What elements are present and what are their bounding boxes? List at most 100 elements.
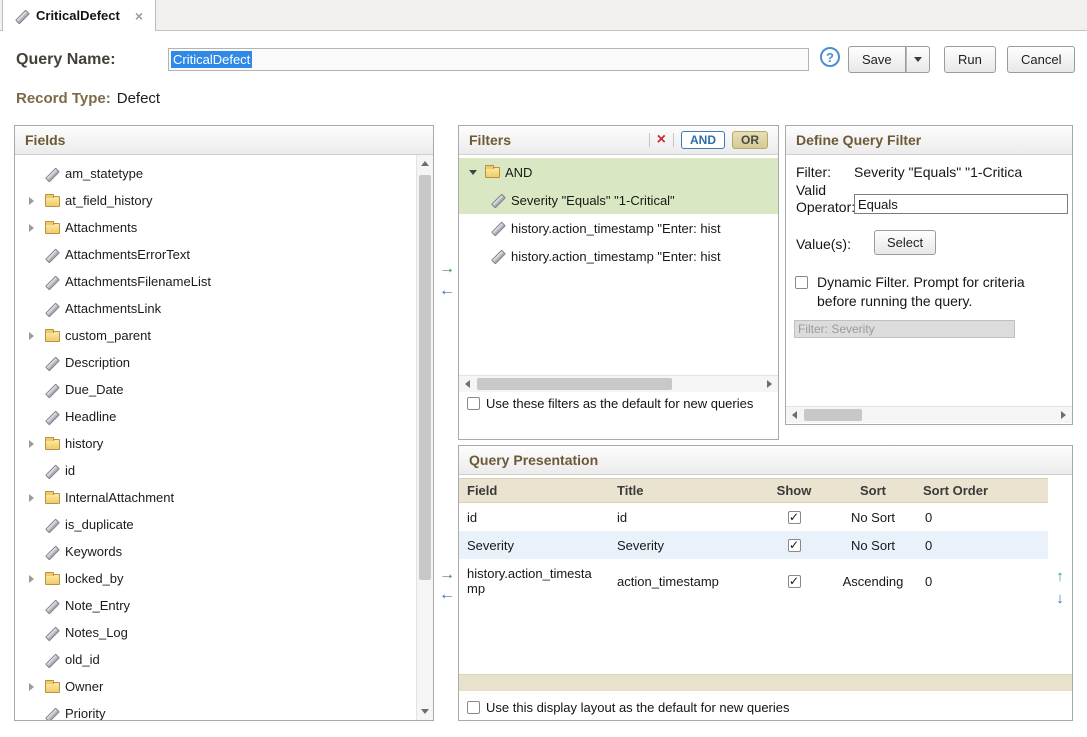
row-sort-order[interactable]: 0	[919, 510, 1048, 525]
field-folder[interactable]: custom_parent	[15, 322, 416, 349]
scroll-up-button[interactable]	[417, 155, 433, 172]
valid-operator-label: Valid Operator:	[796, 182, 856, 216]
remove-filter-arrow-icon[interactable]: ←	[438, 282, 456, 300]
field-folder[interactable]: Owner	[15, 673, 416, 700]
field-item[interactable]: AttachmentsErrorText	[15, 241, 416, 268]
field-item[interactable]: old_id	[15, 646, 416, 673]
field-item[interactable]: Keywords	[15, 538, 416, 565]
filter-item-selected[interactable]: Severity "Equals" "1-Critical"	[459, 186, 778, 214]
help-icon[interactable]: ?	[820, 47, 840, 67]
scrollbar-thumb[interactable]	[419, 175, 431, 580]
move-row-down-icon[interactable]: ↓	[1052, 590, 1068, 607]
remove-column-arrow-icon[interactable]: ←	[438, 586, 456, 604]
field-item[interactable]: Due_Date	[15, 376, 416, 403]
field-folder[interactable]: history	[15, 430, 416, 457]
scroll-left-button[interactable]	[459, 376, 476, 392]
expand-icon[interactable]	[29, 683, 45, 691]
expand-icon[interactable]	[29, 332, 45, 340]
save-dropdown-button[interactable]	[906, 46, 930, 73]
field-item[interactable]: Notes_Log	[15, 619, 416, 646]
show-checkbox[interactable]	[788, 539, 801, 552]
presentation-default-label: Use this display layout as the default f…	[486, 700, 790, 715]
field-item[interactable]: is_duplicate	[15, 511, 416, 538]
row-title: action_timestamp	[609, 574, 761, 589]
filters-default-checkbox[interactable]	[467, 397, 480, 410]
filters-horizontal-scrollbar[interactable]	[459, 375, 778, 392]
field-item[interactable]: Note_Entry	[15, 592, 416, 619]
pencil-icon	[491, 221, 511, 235]
delete-filter-icon[interactable]: ×	[657, 132, 666, 148]
pencil-icon	[45, 248, 65, 262]
add-filter-arrow-icon[interactable]: →	[438, 260, 456, 278]
field-item[interactable]: Description	[15, 349, 416, 376]
define-horizontal-scrollbar[interactable]	[786, 406, 1072, 423]
expand-icon[interactable]	[29, 224, 45, 232]
field-folder[interactable]: at_field_history	[15, 187, 416, 214]
filter-item[interactable]: history.action_timestamp "Enter: hist	[459, 214, 778, 242]
collapse-icon[interactable]	[469, 170, 485, 175]
field-folder[interactable]: locked_by	[15, 565, 416, 592]
save-button[interactable]: Save	[848, 46, 906, 73]
row-field: history.action_timestamp	[459, 566, 609, 596]
scroll-right-button[interactable]	[761, 376, 778, 392]
field-item[interactable]: id	[15, 457, 416, 484]
row-field: Severity	[459, 538, 609, 553]
fields-vertical-scrollbar[interactable]	[416, 155, 433, 720]
column-header-field: Field	[459, 483, 609, 498]
presentation-row[interactable]: id id No Sort 0	[459, 503, 1048, 531]
scroll-right-button[interactable]	[1055, 407, 1072, 423]
valid-operator-input[interactable]	[854, 194, 1068, 214]
pencil-icon	[45, 167, 65, 181]
show-checkbox[interactable]	[788, 575, 801, 588]
filter-item[interactable]: history.action_timestamp "Enter: hist	[459, 242, 778, 270]
folder-icon	[45, 438, 65, 450]
row-sort-order[interactable]: 0	[919, 574, 1048, 589]
pencil-icon	[45, 545, 65, 559]
scrollbar-thumb[interactable]	[477, 378, 672, 390]
filters-controls: × AND OR	[649, 131, 768, 149]
field-item[interactable]: AttachmentsFilenameList	[15, 268, 416, 295]
run-button[interactable]: Run	[944, 46, 996, 73]
tab-criticaldefect[interactable]: CriticalDefect ×	[2, 0, 156, 31]
scroll-down-button[interactable]	[417, 703, 433, 720]
row-sort[interactable]: No Sort	[851, 510, 895, 525]
field-label: Headline	[65, 409, 116, 424]
or-button[interactable]: OR	[732, 131, 768, 149]
expand-icon[interactable]	[29, 440, 45, 448]
row-sort[interactable]: Ascending	[843, 574, 904, 589]
row-sort[interactable]: No Sort	[851, 538, 895, 553]
field-folder[interactable]: InternalAttachment	[15, 484, 416, 511]
query-name-input[interactable]: CriticalDefect	[168, 48, 809, 71]
scrollbar-thumb[interactable]	[804, 409, 862, 421]
presentation-row[interactable]: history.action_timestamp action_timestam…	[459, 559, 1048, 603]
filter-group-and[interactable]: AND	[459, 158, 778, 186]
move-row-up-icon[interactable]: ↑	[1052, 568, 1068, 585]
field-label: AttachmentsFilenameList	[65, 274, 211, 289]
query-presentation-panel: Query Presentation Field Title Show Sort…	[458, 445, 1073, 721]
pencil-icon	[491, 249, 511, 263]
expand-icon[interactable]	[29, 575, 45, 583]
field-item[interactable]: Headline	[15, 403, 416, 430]
expand-icon[interactable]	[29, 494, 45, 502]
field-folder[interactable]: Attachments	[15, 214, 416, 241]
record-type-label: Record Type:	[16, 90, 111, 107]
field-item[interactable]: Priority	[15, 700, 416, 720]
scroll-left-button[interactable]	[786, 407, 803, 423]
field-item[interactable]: AttachmentsLink	[15, 295, 416, 322]
field-item[interactable]: am_statetype	[15, 160, 416, 187]
cancel-button[interactable]: Cancel	[1007, 46, 1075, 73]
record-type: Record Type:Defect	[16, 90, 160, 107]
presentation-row[interactable]: Severity Severity No Sort 0	[459, 531, 1048, 559]
close-icon[interactable]: ×	[135, 8, 143, 24]
row-sort-order[interactable]: 0	[919, 538, 1048, 553]
filter-item-label: Severity "Equals" "1-Critical"	[511, 193, 675, 208]
expand-icon[interactable]	[29, 197, 45, 205]
pencil-icon	[45, 356, 65, 370]
presentation-default-checkbox[interactable]	[467, 701, 480, 714]
add-column-arrow-icon[interactable]: →	[438, 566, 456, 584]
select-values-button[interactable]: Select	[874, 230, 936, 255]
and-button[interactable]: AND	[681, 131, 725, 149]
show-checkbox[interactable]	[788, 511, 801, 524]
dynamic-filter-checkbox[interactable]	[795, 276, 808, 289]
pencil-icon	[45, 707, 65, 721]
